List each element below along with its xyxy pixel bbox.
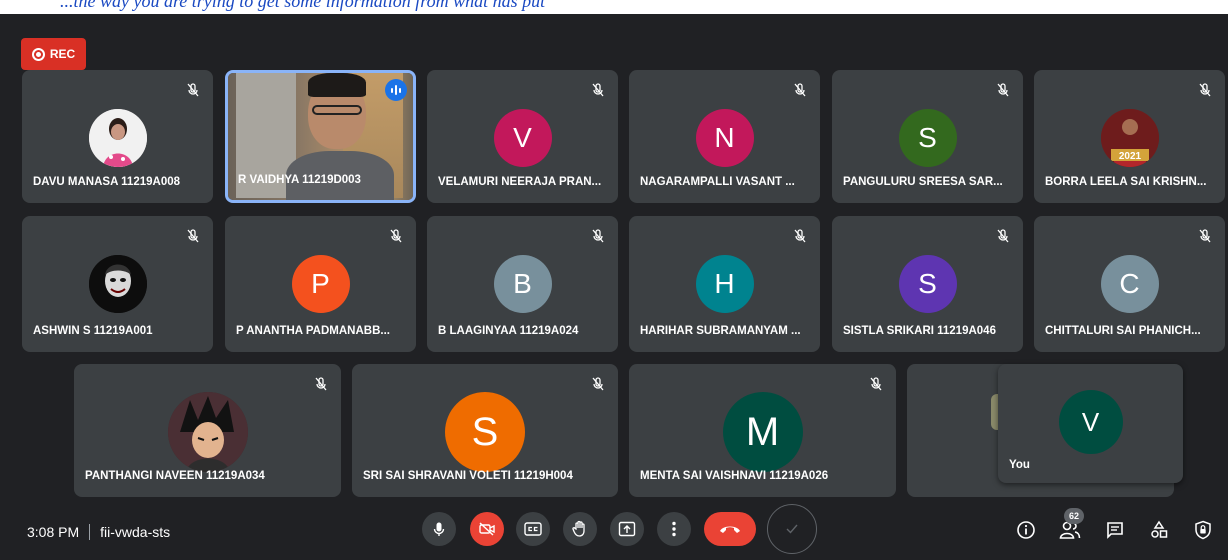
meet-window: REC DAVU MANASA 11219A008 R VAIDHYA 1121… [0, 14, 1228, 560]
participant-tile[interactable]: ASHWIN S 11219A001 [22, 216, 213, 352]
letter-avatar: P [291, 255, 350, 313]
camera-off-button[interactable] [470, 512, 504, 546]
mic-off-icon [187, 229, 199, 243]
chat-icon [1107, 522, 1123, 539]
mic-off-icon [997, 229, 1009, 243]
present-icon [618, 521, 636, 537]
mic-off-icon [1199, 83, 1211, 97]
participant-name: PANGULURU SREESA SAR... [843, 176, 1003, 188]
recording-badge[interactable]: REC [21, 38, 86, 70]
participant-name: PANTHANGI NAVEEN 11219A034 [85, 470, 265, 482]
leave-call-button[interactable] [704, 512, 756, 546]
participant-name: P ANANTHA PADMANABB... [236, 325, 390, 337]
self-preview-tile[interactable]: V You [998, 364, 1183, 483]
raise-hand-button[interactable] [563, 512, 597, 546]
mic-off-icon [794, 83, 806, 97]
participant-name: R VAIDHYA 11219D003 [238, 174, 361, 186]
participant-tile[interactable]: P P ANANTHA PADMANABB... [225, 216, 416, 352]
participant-name: VELAMURI NEERAJA PRAN... [438, 176, 602, 188]
mic-off-icon [870, 377, 882, 391]
participant-tile[interactable]: S SRI SAI SHRAVANI VOLETI 11219H004 [352, 364, 618, 497]
captions-button[interactable] [516, 512, 550, 546]
participant-tile[interactable]: PANTHANGI NAVEEN 11219A034 [74, 364, 341, 497]
caption-strip: ...the way you are trying to get some in… [0, 0, 1228, 14]
svg-text:2021: 2021 [1118, 151, 1141, 162]
participant-tile[interactable]: H HARIHAR SUBRAMANYAM ... [629, 216, 820, 352]
self-name: You [1009, 459, 1030, 471]
more-options-button[interactable] [657, 512, 691, 546]
participant-name: B LAAGINYAA 11219A024 [438, 325, 579, 337]
mic-off-icon [187, 83, 199, 97]
record-icon [31, 47, 45, 61]
meeting-info: 3:08 PM fii-vwda-sts [27, 524, 170, 540]
extra-action-button[interactable] [767, 504, 817, 554]
speaking-indicator-icon [385, 79, 407, 101]
mic-off-icon [592, 229, 604, 243]
participant-tile[interactable]: V VELAMURI NEERAJA PRAN... [427, 70, 618, 203]
camera-off-icon [479, 522, 495, 536]
portrait-photo-avatar [88, 109, 147, 167]
participant-name: BORRA LEELA SAI KRISHN... [1045, 176, 1207, 188]
bottom-control-bar: 3:08 PM fii-vwda-sts [0, 502, 1228, 560]
participant-tile[interactable]: DAVU MANASA 11219A008 [22, 70, 213, 203]
hand-icon [572, 520, 585, 537]
letter-avatar: S [898, 109, 957, 167]
mic-off-icon [997, 83, 1009, 97]
letter-avatar: V [493, 109, 552, 167]
letter-avatar: S [445, 392, 525, 472]
letter-avatar: M [722, 392, 803, 472]
participant-name: MENTA SAI VAISHNAVI 11219A026 [640, 470, 829, 482]
letter-avatar: S [898, 255, 957, 313]
check-icon [786, 524, 798, 534]
mic-off-icon [1199, 229, 1211, 243]
participant-tile[interactable]: N NAGARAMPALLI VASANT ... [629, 70, 820, 203]
meeting-details-button[interactable] [1015, 519, 1037, 541]
microphone-icon [433, 522, 445, 536]
divider [89, 524, 91, 540]
letter-avatar: B [493, 255, 552, 313]
meeting-code[interactable]: fii-vwda-sts [100, 524, 170, 540]
mic-off-icon [592, 377, 604, 391]
letter-avatar: N [695, 109, 754, 167]
mic-off-icon [794, 229, 806, 243]
participant-tile[interactable]: C CHITTALURI SAI PHANICH... [1034, 216, 1225, 352]
participant-name: NAGARAMPALLI VASANT ... [640, 176, 795, 188]
chat-button[interactable] [1104, 519, 1126, 541]
meeting-time: 3:08 PM [27, 524, 80, 540]
joker-photo-avatar [88, 255, 147, 313]
participant-name: DAVU MANASA 11219A008 [33, 176, 181, 188]
present-screen-button[interactable] [610, 512, 644, 546]
participant-tile-speaking[interactable]: R VAIDHYA 11219D003 [225, 70, 416, 203]
mic-off-icon [315, 377, 327, 391]
participant-count-badge: 62 [1064, 508, 1084, 524]
participant-name: CHITTALURI SAI PHANICH... [1045, 325, 1201, 337]
letter-avatar: H [695, 255, 754, 313]
shield-lock-icon [1195, 520, 1211, 540]
participant-name: SISTLA SRIKARI 11219A046 [843, 325, 996, 337]
participant-tile[interactable]: B B LAAGINYAA 11219A024 [427, 216, 618, 352]
recording-label: REC [49, 47, 76, 61]
participant-tile[interactable]: 2021 BORRA LEELA SAI KRISHN... [1034, 70, 1225, 203]
mic-off-icon [390, 229, 402, 243]
self-avatar: V [1058, 390, 1123, 454]
more-vert-icon [672, 521, 676, 537]
letter-avatar: C [1100, 255, 1159, 313]
activities-button[interactable] [1148, 519, 1170, 541]
hang-up-icon [720, 526, 740, 533]
caption-text: ...the way you are trying to get some in… [60, 0, 546, 11]
participant-name: HARIHAR SUBRAMANYAM ... [640, 325, 801, 337]
participant-name: SRI SAI SHRAVANI VOLETI 11219H004 [363, 470, 573, 482]
participant-name: ASHWIN S 11219A001 [33, 325, 153, 337]
activities-icon [1151, 520, 1168, 538]
microphone-button[interactable] [422, 512, 456, 546]
anime-photo-avatar [167, 392, 248, 472]
participant-tile[interactable]: S SISTLA SRIKARI 11219A046 [832, 216, 1023, 352]
participant-tile[interactable]: S PANGULURU SREESA SAR... [832, 70, 1023, 203]
host-controls-button[interactable] [1192, 519, 1214, 541]
captions-icon [524, 522, 542, 536]
info-icon [1017, 521, 1035, 539]
cricket-photo-avatar: 2021 [1100, 109, 1159, 167]
mic-off-icon [592, 83, 604, 97]
participant-tile[interactable]: M MENTA SAI VAISHNAVI 11219A026 [629, 364, 896, 497]
